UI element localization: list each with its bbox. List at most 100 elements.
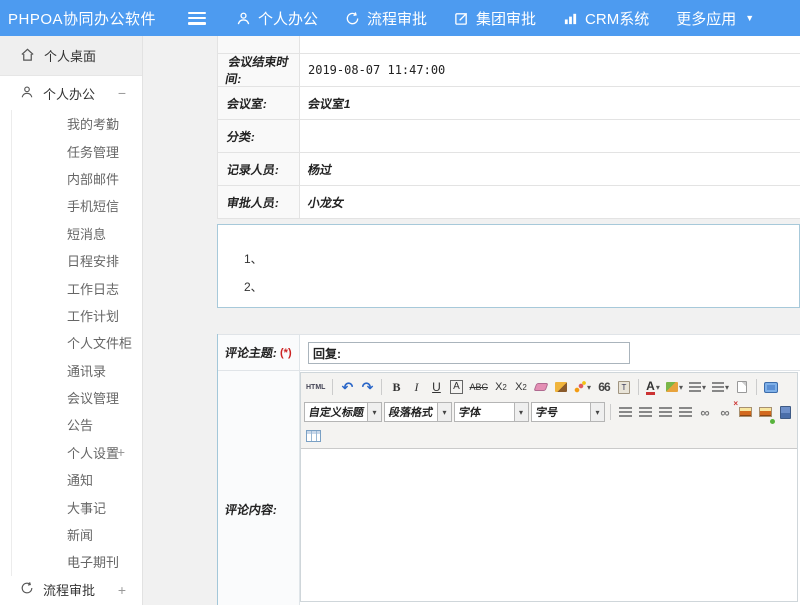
nav-more-apps[interactable]: 更多应用 ▼ xyxy=(676,8,754,29)
sidebar-item-personal-files[interactable]: 个人文件柜 xyxy=(12,329,142,356)
approver-value: 小龙女 xyxy=(307,194,346,211)
underline-button[interactable]: U xyxy=(427,377,445,397)
toolbar-row-2: 自定义标题 ▾ 段落格式 ▾ 字体 xyxy=(304,399,794,425)
nav-personal-office[interactable]: 个人办公 xyxy=(236,8,318,29)
sidebar-item-label: 新闻 xyxy=(67,525,93,544)
person-icon xyxy=(236,11,251,26)
table-icon xyxy=(306,430,321,442)
align-justify-button[interactable] xyxy=(676,402,694,422)
edit-icon xyxy=(454,11,469,26)
field-label: 记录人员: xyxy=(226,161,281,178)
sidebar-item-personal-desktop[interactable]: 个人桌面 xyxy=(0,36,142,76)
superscript-button[interactable]: X2 xyxy=(492,377,510,397)
nav-crm-system[interactable]: CRM系统 xyxy=(563,8,649,29)
image-plus-icon xyxy=(759,407,772,417)
sidebar-item-work-plan[interactable]: 工作计划 xyxy=(12,302,142,329)
nav-item-label: 流程审批 xyxy=(367,8,427,29)
sidebar-item-task-management[interactable]: 任务管理 xyxy=(12,137,142,164)
caret-down-icon: ▾ xyxy=(514,403,528,421)
highlight-color-button[interactable]: ▾ xyxy=(664,377,685,397)
sidebar-item-workflow-approval[interactable]: 流程审批 + xyxy=(0,576,142,604)
fullscreen-button[interactable] xyxy=(762,377,780,397)
italic-button[interactable]: I xyxy=(407,377,425,397)
comment-content-row: 评论内容: HTML ↶ ↷ xyxy=(218,371,800,605)
align-right-button[interactable] xyxy=(656,402,674,422)
unordered-list-button[interactable]: ▾ xyxy=(710,377,731,397)
sidebar-item-label: 个人桌面 xyxy=(44,46,96,65)
caret-down-icon: ▾ xyxy=(702,383,706,392)
undo-button[interactable]: ↶ xyxy=(338,377,356,397)
sidebar-item-contacts[interactable]: 通讯录 xyxy=(12,357,142,384)
chart-icon xyxy=(563,11,578,26)
comment-subject-row: 评论主题: (*) xyxy=(218,334,800,371)
editor-content-area[interactable] xyxy=(301,449,797,601)
select-value: 字号 xyxy=(530,404,591,420)
nav-item-label: 个人办公 xyxy=(258,8,318,29)
caret-down-icon: ▾ xyxy=(725,383,729,392)
note-line: 1、 xyxy=(244,245,799,273)
table-row: 分类: xyxy=(218,120,800,153)
insert-image-button[interactable] xyxy=(736,402,754,422)
caret-down-icon: ▼ xyxy=(745,13,754,23)
strikethrough-button[interactable]: ABC xyxy=(467,377,490,397)
font-family-select[interactable]: 字体 ▾ xyxy=(454,402,529,422)
font-color-button[interactable]: A▾ xyxy=(644,377,662,397)
html-source-button[interactable]: HTML xyxy=(304,377,327,397)
home-icon xyxy=(20,47,35,65)
sidebar-item-personal-settings[interactable]: 个人设置 + xyxy=(12,439,142,466)
format-painter-button[interactable] xyxy=(552,377,570,397)
align-left-icon xyxy=(619,407,632,417)
paste-button[interactable]: T xyxy=(615,377,633,397)
sidebar-item-e-journal[interactable]: 电子期刊 xyxy=(12,548,142,575)
subscript-button[interactable]: X2 xyxy=(512,377,530,397)
custom-title-select[interactable]: 自定义标题 ▾ xyxy=(304,402,382,422)
border-text-button[interactable]: A xyxy=(450,380,463,394)
redo-button[interactable]: ↷ xyxy=(358,377,376,397)
sidebar-item-schedule[interactable]: 日程安排 xyxy=(12,247,142,274)
blockquote-button[interactable]: 66 xyxy=(595,377,613,397)
sidebar-item-label: 个人文件柜 xyxy=(67,333,132,352)
new-page-button[interactable] xyxy=(733,377,751,397)
sidebar-item-notice[interactable]: 通知 xyxy=(12,466,142,493)
auto-typeset-button[interactable]: ▾ xyxy=(572,377,593,397)
eraser-icon xyxy=(534,383,549,391)
recorder-value: 杨过 xyxy=(307,161,334,178)
collapse-icon[interactable]: − xyxy=(118,85,126,101)
sidebar-item-major-events[interactable]: 大事记 xyxy=(12,493,142,520)
remove-link-button[interactable]: ∞× xyxy=(716,402,734,422)
font-size-select[interactable]: 字号 ▾ xyxy=(531,402,606,422)
insert-media-button[interactable] xyxy=(776,402,794,422)
hamburger-menu-icon[interactable] xyxy=(188,12,206,25)
sidebar-item-work-log[interactable]: 工作日志 xyxy=(12,274,142,301)
person-icon xyxy=(20,85,34,102)
format-eraser-button[interactable] xyxy=(532,377,550,397)
cycle-icon xyxy=(345,11,360,26)
caret-down-icon: ▾ xyxy=(367,403,381,421)
sidebar-item-meeting-management[interactable]: 会议管理 xyxy=(12,384,142,411)
caret-down-icon: ▾ xyxy=(587,383,591,392)
sidebar-item-my-attendance[interactable]: 我的考勤 xyxy=(12,110,142,137)
nav-workflow-approval[interactable]: 流程审批 xyxy=(345,8,427,29)
sidebar-item-internal-mail[interactable]: 内部邮件 xyxy=(12,165,142,192)
insert-link-button[interactable]: ∞ xyxy=(696,402,714,422)
sidebar-item-short-message[interactable]: 短消息 xyxy=(12,220,142,247)
sidebar-item-news[interactable]: 新闻 xyxy=(12,521,142,548)
ordered-list-button[interactable]: ▾ xyxy=(687,377,708,397)
expand-icon[interactable]: + xyxy=(117,444,125,460)
sidebar-item-label: 个人办公 xyxy=(43,84,95,103)
table-row: 会议结束时间: 2019-08-07 11:47:00 xyxy=(218,54,800,87)
monitor-icon xyxy=(764,382,778,393)
sidebar-item-personal-office[interactable]: 个人办公 − xyxy=(0,76,142,110)
sidebar-item-mobile-sms[interactable]: 手机短信 xyxy=(12,192,142,219)
expand-icon[interactable]: + xyxy=(118,582,126,598)
select-value: 自定义标题 xyxy=(304,404,369,420)
paragraph-format-select[interactable]: 段落格式 ▾ xyxy=(384,402,452,422)
upload-image-button[interactable] xyxy=(756,402,774,422)
align-left-button[interactable] xyxy=(616,402,634,422)
insert-table-button[interactable] xyxy=(304,426,323,446)
align-center-button[interactable] xyxy=(636,402,654,422)
nav-group-approval[interactable]: 集团审批 xyxy=(454,8,536,29)
sidebar-item-announcement[interactable]: 公告 xyxy=(12,411,142,438)
comment-subject-input[interactable] xyxy=(308,342,630,364)
bold-button[interactable]: B xyxy=(387,377,405,397)
